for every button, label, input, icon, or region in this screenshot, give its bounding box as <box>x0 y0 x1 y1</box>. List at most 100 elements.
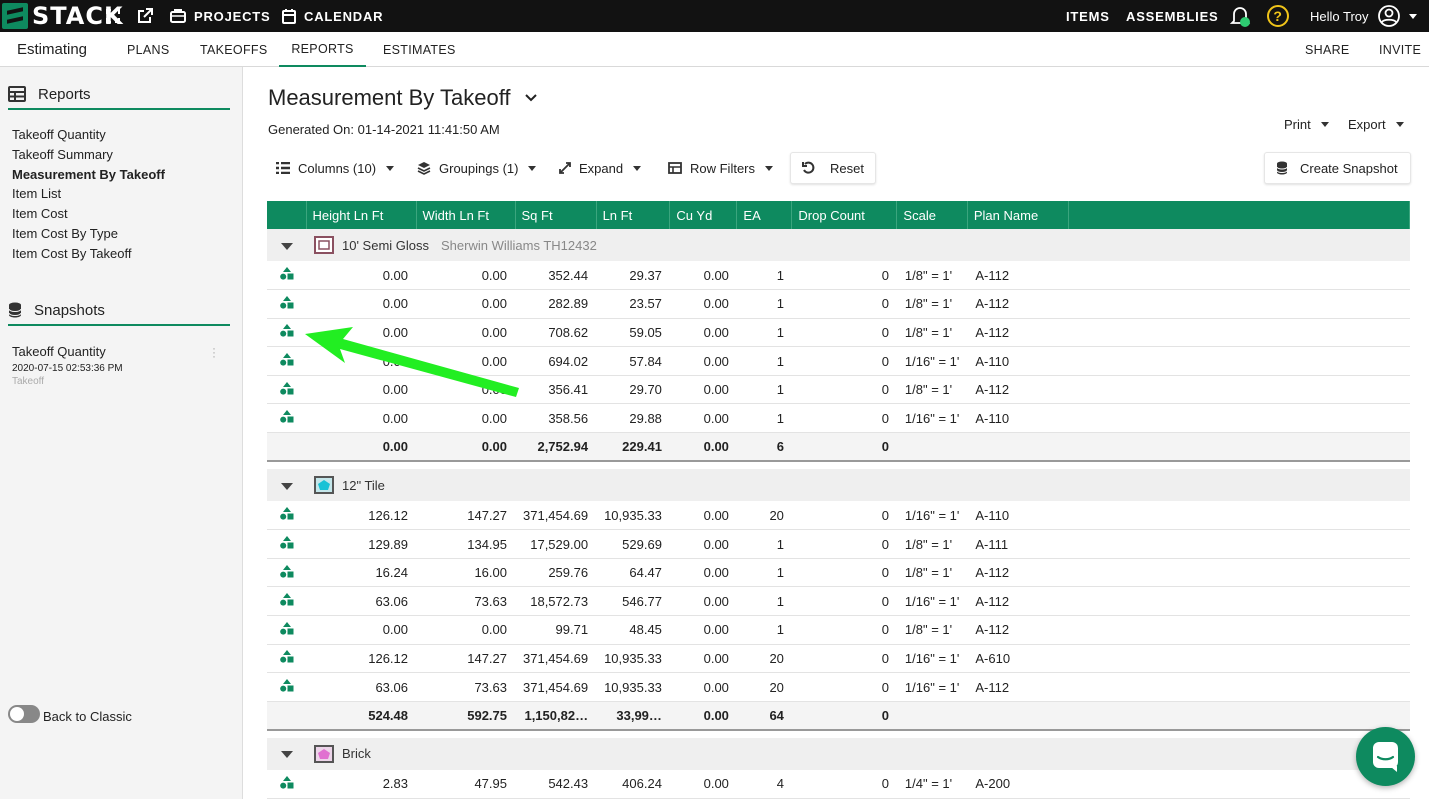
table-row[interactable]: 63.06 73.63 18,572.73 546.77 0.00 1 0 1/16" = 1… <box>267 586 1410 617</box>
tab-takeoffs[interactable]: TAKEOFFS <box>200 32 267 67</box>
table-row[interactable]: 2.83 47.95 542.43 406.24 0.00 4 0 1/4" = 1' A-20… <box>267 769 1410 799</box>
report-link[interactable]: Measurement By Takeoff <box>12 167 165 182</box>
calendar-label: CALENDAR <box>304 8 384 24</box>
table-cell: 18,572.73 <box>515 586 597 617</box>
measurement-shapes-icon[interactable] <box>279 295 294 309</box>
table-cell: 63.06 <box>306 586 416 617</box>
collapse-triangle-icon[interactable] <box>280 751 293 759</box>
column-header[interactable]: Width Ln Ft <box>416 201 516 229</box>
snapshot-item[interactable]: Takeoff Quantity 2020-07-15 02:53:36 PM … <box>12 344 123 387</box>
table-cell: 0 <box>791 586 897 617</box>
measurement-shapes-icon[interactable] <box>279 775 294 789</box>
bell-icon[interactable] <box>1228 0 1252 32</box>
measurement-shapes-icon[interactable] <box>279 650 294 664</box>
report-link[interactable]: Takeoff Summary <box>12 147 113 162</box>
table-cell: 0 <box>791 644 897 674</box>
table-row[interactable]: 16.24 16.00 259.76 64.47 0.00 1 0 1/8" = 1' A-11… <box>267 558 1410 588</box>
column-header[interactable]: Ln Ft <box>596 201 671 229</box>
column-header[interactable]: Plan Name <box>967 201 1069 229</box>
tab-estimates[interactable]: ESTIMATES <box>383 32 456 67</box>
column-header[interactable] <box>1068 201 1411 229</box>
share-button[interactable]: SHARE <box>1305 32 1350 67</box>
collapse-triangle-icon[interactable] <box>280 482 293 490</box>
report-link[interactable]: Item Cost By Takeoff <box>12 246 131 261</box>
classic-toggle[interactable] <box>8 705 40 723</box>
projects-label: PROJECTS <box>194 8 271 24</box>
fullscreen-icon[interactable] <box>106 0 120 32</box>
column-header[interactable]: Drop Count <box>791 201 898 229</box>
measurement-shapes-icon[interactable] <box>279 410 294 423</box>
takeoff-color-swatch <box>314 476 334 495</box>
tab-plans[interactable]: PLANS <box>127 32 170 67</box>
invite-button[interactable]: INVITE <box>1379 32 1421 67</box>
column-header[interactable]: Sq Ft <box>515 201 597 229</box>
projects-nav[interactable]: PROJECTS <box>170 0 270 32</box>
external-link-icon[interactable] <box>137 0 153 32</box>
table-row[interactable]: 0.00 0.00 282.89 23.57 0.00 1 0 1/8" = 1' A-112 <box>267 289 1410 319</box>
column-header[interactable]: Height Ln Ft <box>306 201 417 229</box>
measurement-shapes-icon[interactable] <box>279 564 294 578</box>
report-link[interactable]: Item Cost By Type <box>12 226 118 241</box>
measurement-shapes-icon[interactable] <box>279 536 294 549</box>
column-header[interactable] <box>267 201 307 229</box>
column-header[interactable]: Scale <box>896 201 968 229</box>
table-row[interactable]: 63.06 73.63 371,454.69 10,935.33 0.00 20 0 1/16… <box>267 672 1410 702</box>
table-cell: 29.37 <box>596 261 670 291</box>
caret-down-icon <box>386 165 395 171</box>
assemblies-nav[interactable]: ASSEMBLIES <box>1126 0 1219 32</box>
table-cell: A-112 <box>967 375 1069 405</box>
report-table: Height Ln Ft Width Ln Ft Sq Ft Ln Ft Cu Yd EA… <box>267 201 1411 799</box>
measurement-shapes-icon[interactable] <box>279 621 294 635</box>
group-row[interactable]: 12" Tile <box>267 469 1410 502</box>
table-row[interactable]: 126.12 147.27 371,454.69 10,935.33 0.00 20 0 1/… <box>267 501 1410 531</box>
calendar-nav[interactable]: CALENDAR <box>282 0 383 32</box>
table-row[interactable]: 0.00 0.00 99.71 48.45 0.00 1 0 1/8" = 1' A-112 <box>267 615 1410 645</box>
user-menu[interactable]: Hello Troy <box>1310 0 1417 32</box>
total-cell: 64 <box>736 701 792 731</box>
table-cell: 2.83 <box>306 769 416 799</box>
report-link[interactable]: Item List <box>12 186 61 201</box>
table-cell: 59.05 <box>596 318 670 348</box>
table-cell: 20 <box>736 501 792 531</box>
column-header[interactable]: Cu Yd <box>669 201 738 229</box>
expand-dropdown[interactable]: Expand <box>559 152 642 184</box>
measurement-shapes-icon[interactable] <box>279 507 294 520</box>
export-dropdown[interactable]: Export <box>1348 108 1404 140</box>
group-row[interactable]: 10' Semi Gloss Sherwin Williams TH12432 <box>267 229 1410 261</box>
table-row[interactable]: 129.89 134.95 17,529.00 529.69 0.00 1 0 1/8" = … <box>267 529 1410 559</box>
table-cell: A-112 <box>967 289 1069 319</box>
measurement-shapes-icon[interactable] <box>279 593 294 606</box>
report-link[interactable]: Takeoff Quantity <box>12 127 106 142</box>
table-row[interactable]: 0.00 0.00 352.44 29.37 0.00 1 0 1/8" = 1' A-112 <box>267 261 1410 291</box>
reset-button[interactable]: Reset <box>790 152 876 184</box>
total-cell: 1,150,82… <box>515 701 597 731</box>
create-snapshot-button[interactable]: Create Snapshot <box>1264 152 1411 184</box>
measurement-shapes-icon[interactable] <box>279 353 294 366</box>
print-dropdown[interactable]: Print <box>1284 108 1329 140</box>
items-nav[interactable]: ITEMS <box>1066 0 1110 32</box>
help-icon[interactable]: ? <box>1267 0 1289 32</box>
report-link[interactable]: Item Cost <box>12 206 68 221</box>
table-row[interactable]: 126.12 147.27 371,454.69 10,935.33 0.00 20 0 1/… <box>267 644 1410 674</box>
collapse-triangle-icon[interactable] <box>280 242 293 250</box>
measurement-shapes-icon[interactable] <box>279 267 294 280</box>
measurement-shapes-icon[interactable] <box>279 381 294 395</box>
table-cell: 371,454.69 <box>515 501 597 531</box>
report-title-dropdown[interactable]: Measurement By Takeoff <box>268 85 537 111</box>
column-header[interactable]: EA <box>736 201 793 229</box>
groupings-dropdown[interactable]: Groupings (1) <box>417 152 537 184</box>
columns-dropdown[interactable]: Columns (10) <box>276 152 395 184</box>
tab-reports[interactable]: REPORTS <box>279 32 366 67</box>
table-cell: 0 <box>791 672 897 702</box>
table-cell: 0 <box>791 318 897 348</box>
snapshot-menu-icon[interactable]: · · · <box>212 342 216 362</box>
table-cell: 0 <box>791 769 897 799</box>
chat-launcher[interactable] <box>1356 727 1415 786</box>
measurement-shapes-icon[interactable] <box>279 324 294 338</box>
table-cell: 10,935.33 <box>596 644 670 674</box>
row-filters-dropdown[interactable]: Row Filters <box>668 152 774 184</box>
group-row[interactable]: Brick <box>267 737 1410 770</box>
total-cell: 0.00 <box>669 701 737 731</box>
table-cell: 1 <box>736 586 792 617</box>
measurement-shapes-icon[interactable] <box>279 679 294 692</box>
